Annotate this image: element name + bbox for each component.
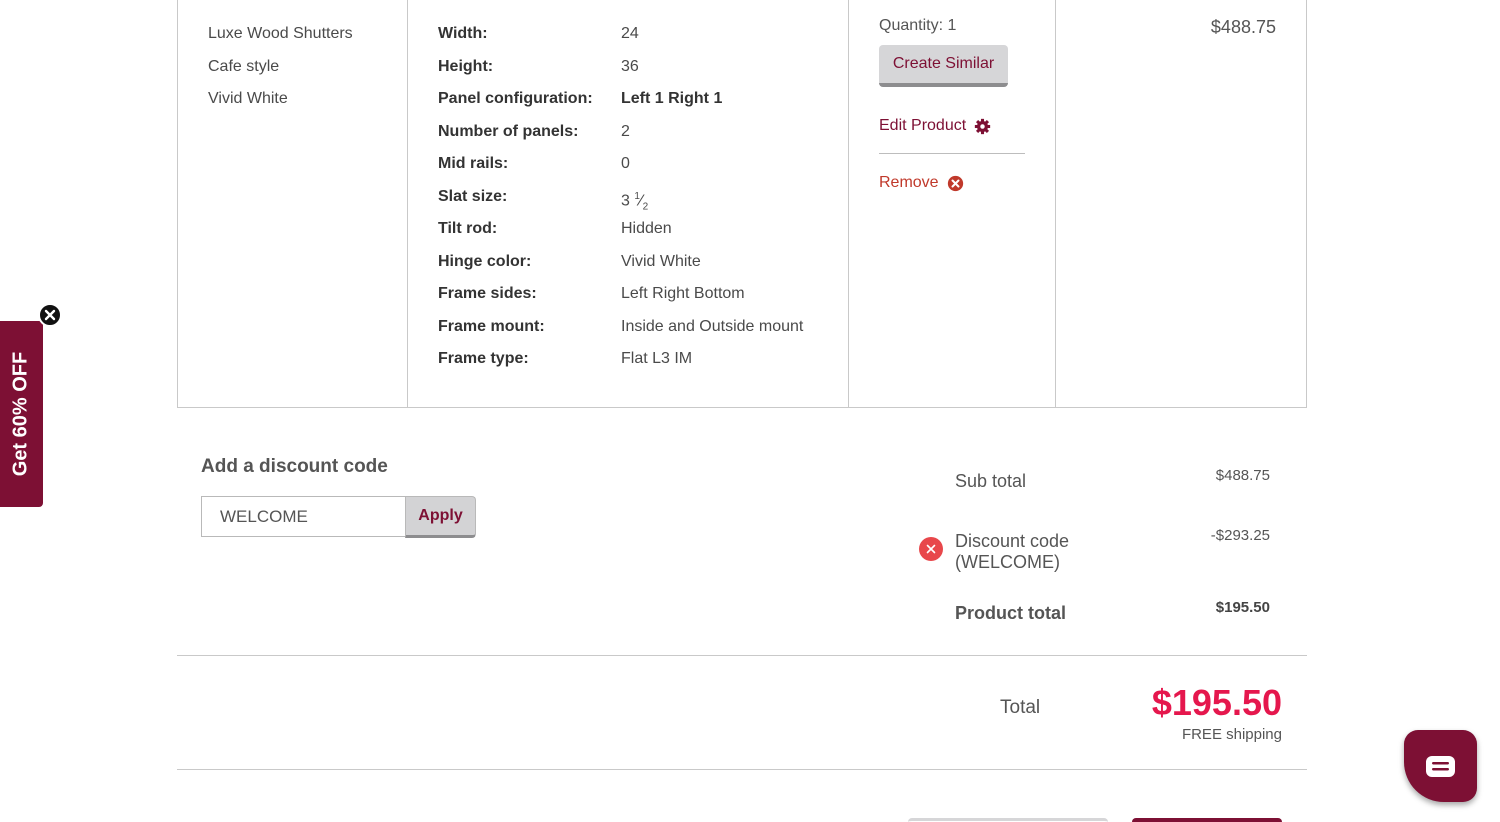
discount-title: Add a discount code: [201, 456, 388, 477]
spec-label: Panel configuration:: [438, 90, 593, 107]
spec-row: Mid rails: 0: [438, 154, 858, 187]
slat-size-numerator: 1: [634, 190, 640, 202]
quantity: Quantity: 1: [879, 17, 1029, 35]
product-color-line: Vivid White: [208, 90, 288, 107]
spec-value: 0: [621, 155, 630, 172]
spec-label: Width:: [438, 25, 488, 42]
spec-value: Inside and Outside mount: [621, 317, 804, 335]
promo-text: Get 60% OFF: [9, 351, 32, 477]
actions-divider: [879, 153, 1025, 154]
total-value: $195.50: [1151, 682, 1282, 723]
remove-label: Remove: [879, 174, 939, 191]
apply-button[interactable]: Apply: [405, 496, 476, 538]
spec-row: Panel configuration: Left 1 Right 1: [438, 89, 858, 122]
spec-label: Height:: [438, 57, 494, 75]
discount-value: -$293.25: [1210, 527, 1270, 544]
shipping-note: FREE shipping: [1181, 726, 1282, 743]
edit-product-label: Edit Product: [879, 117, 967, 134]
spec-label: Frame type:: [438, 350, 529, 367]
discount-code-input[interactable]: [201, 496, 406, 537]
edit-product-link[interactable]: Edit Product: [879, 117, 1029, 135]
checkout-button[interactable]: [1132, 818, 1282, 822]
product-name: Luxe Wood Shutters Cafe style Vivid Whit…: [208, 24, 353, 122]
chat-icon: [1426, 756, 1455, 777]
divider: [177, 769, 1307, 770]
product-total-label: Product total: [955, 603, 1066, 623]
discount-code-line: (WELCOME): [955, 552, 1060, 572]
close-circle-icon: [947, 175, 963, 191]
spec-row: Frame sides: Left Right Bottom: [438, 284, 858, 317]
spec-label: Hinge color:: [438, 252, 532, 270]
total-label: Total: [1000, 697, 1041, 718]
create-similar-button[interactable]: Create Similar: [879, 45, 1008, 87]
remove-discount-button[interactable]: [919, 537, 943, 561]
subtotal-label: Sub total: [955, 471, 1027, 491]
item-actions: Quantity: 1 Create Similar Edit Product …: [879, 17, 1029, 192]
spec-value: 2: [621, 122, 630, 140]
column-divider: [1055, 0, 1056, 407]
close-icon: [926, 544, 936, 554]
spec-label: Number of panels:: [438, 122, 579, 140]
spec-label: Frame sides:: [438, 285, 537, 302]
spec-value: Hidden: [621, 220, 672, 237]
continue-shopping-button[interactable]: [908, 818, 1108, 822]
product-name-line: Luxe Wood Shutters: [208, 25, 353, 42]
slat-size-whole: 3: [621, 191, 630, 209]
spec-value: Left 1 Right 1: [621, 90, 723, 107]
spec-value: Flat L3 IM: [621, 350, 693, 367]
spec-row: Tilt rod: Hidden: [438, 219, 858, 252]
spec-row: Frame type: Flat L3 IM: [438, 349, 858, 382]
spec-label: Tilt rod:: [438, 220, 498, 237]
spec-value: Left Right Bottom: [621, 285, 745, 302]
spec-label: Frame mount:: [438, 317, 545, 335]
column-divider: [407, 0, 408, 407]
quantity-value: 1: [947, 17, 957, 34]
spec-row: Height: 36: [438, 57, 858, 90]
item-price: $488.75: [1210, 17, 1276, 37]
spec-row: Frame mount: Inside and Outside mount: [438, 317, 858, 350]
remove-link[interactable]: Remove: [879, 174, 1029, 192]
discount-label-line: Discount code: [955, 531, 1070, 551]
spec-value: 36: [621, 57, 639, 75]
cart-item: Luxe Wood Shutters Cafe style Vivid Whit…: [177, 0, 1307, 408]
spec-list: Width: 24 Height: 36 Panel configuration: L…: [438, 24, 858, 382]
close-icon: [44, 309, 56, 321]
slat-size-denominator: 2: [642, 201, 649, 213]
quantity-label: Quantity:: [879, 17, 944, 34]
spec-row: Width: 24: [438, 24, 858, 57]
discount-label: Discount code (WELCOME): [955, 531, 1069, 573]
spec-value: 3 1⁄2: [621, 190, 649, 213]
spec-label: Mid rails:: [438, 155, 509, 172]
product-total-value: $195.50: [1215, 599, 1270, 616]
spec-value: 24: [621, 25, 639, 42]
product-style-line: Cafe style: [208, 57, 280, 75]
chat-button[interactable]: [1404, 730, 1477, 802]
promo-tab[interactable]: Get 60% OFF: [0, 321, 43, 507]
spec-row: Slat size: 3 1⁄2: [438, 187, 858, 220]
spec-value: Vivid White: [621, 252, 701, 270]
divider: [177, 655, 1307, 656]
spec-row: Hinge color: Vivid White: [438, 252, 858, 285]
spec-row: Number of panels: 2: [438, 122, 858, 155]
gear-icon: [975, 118, 991, 134]
spec-label: Slat size:: [438, 187, 508, 205]
promo-close-button[interactable]: [38, 303, 62, 327]
subtotal-value: $488.75: [1215, 467, 1270, 484]
